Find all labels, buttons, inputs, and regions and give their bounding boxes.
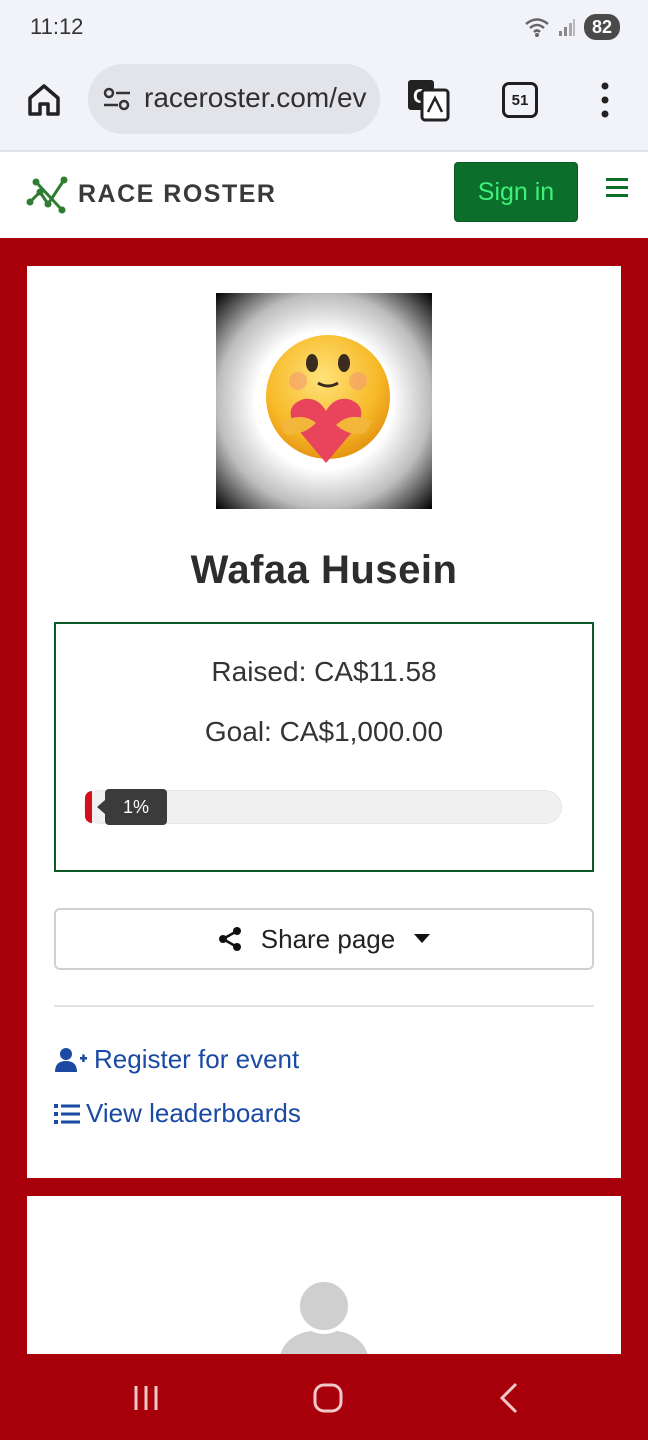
home-nav-icon[interactable] — [306, 1376, 350, 1420]
sign-in-button[interactable]: Sign in — [454, 162, 578, 222]
profile-image — [216, 293, 432, 509]
section-divider — [54, 1005, 594, 1007]
progress-bar-fill — [85, 791, 93, 823]
battery-indicator: 82 — [583, 14, 620, 40]
brand-name[interactable]: RACE ROSTER — [78, 180, 276, 209]
wifi-icon — [525, 18, 549, 37]
fundraising-progress-box: Raised: CA$11.58 Goal: CA$1,000.00 1% — [54, 622, 594, 872]
signal-icon — [558, 19, 575, 36]
view-leaderboards-link[interactable]: View leaderboards — [54, 1098, 301, 1129]
participant-card: Wafaa Husein Raised: CA$11.58 Goal: CA$1… — [27, 266, 621, 1178]
caret-down-icon — [414, 934, 431, 943]
back-icon[interactable] — [488, 1376, 532, 1420]
home-icon[interactable] — [24, 80, 64, 120]
share-icon — [218, 927, 241, 951]
share-page-button[interactable]: Share page — [54, 908, 594, 970]
view-leaderboards-label: View leaderboards — [86, 1098, 301, 1128]
status-icons: 82 — [524, 14, 620, 40]
goal-amount: Goal: CA$1,000.00 — [204, 716, 444, 747]
register-for-event-label: Register for event — [94, 1044, 300, 1074]
hamburger-menu-icon[interactable] — [606, 178, 628, 198]
list-icon — [54, 1103, 80, 1124]
share-page-label: Share page — [260, 923, 396, 954]
user-plus-icon — [55, 1047, 87, 1072]
register-for-event-link[interactable]: Register for event — [54, 1044, 299, 1075]
more-options-icon[interactable] — [598, 80, 612, 120]
status-bar: 11:12 82 — [0, 0, 648, 58]
site-header: RACE ROSTER Sign in — [0, 152, 648, 238]
address-bar[interactable]: raceroster.com/ev — [88, 64, 380, 134]
url-text: raceroster.com/ev — [144, 82, 367, 113]
page-content: Wafaa Husein Raised: CA$11.58 Goal: CA$1… — [0, 238, 648, 1440]
progress-bar: 1% — [84, 789, 562, 825]
default-avatar-icon — [279, 1280, 369, 1356]
status-time: 11:12 — [30, 14, 84, 39]
participant-name: Wafaa Husein — [190, 548, 458, 592]
translate-icon[interactable]: G — [406, 78, 450, 122]
browser-toolbar: raceroster.com/ev G 51 — [0, 58, 648, 152]
raised-amount: Raised: CA$11.58 — [211, 656, 437, 687]
team-card — [27, 1196, 621, 1356]
site-settings-icon[interactable] — [102, 86, 132, 112]
recent-apps-icon[interactable] — [124, 1376, 168, 1420]
care-emoji-icon — [266, 335, 390, 463]
progress-percent-label: 1% — [97, 789, 167, 825]
race-roster-logo-icon[interactable] — [26, 172, 70, 216]
tab-switcher-button[interactable]: 51 — [502, 82, 538, 118]
system-navigation-bar — [0, 1354, 648, 1440]
